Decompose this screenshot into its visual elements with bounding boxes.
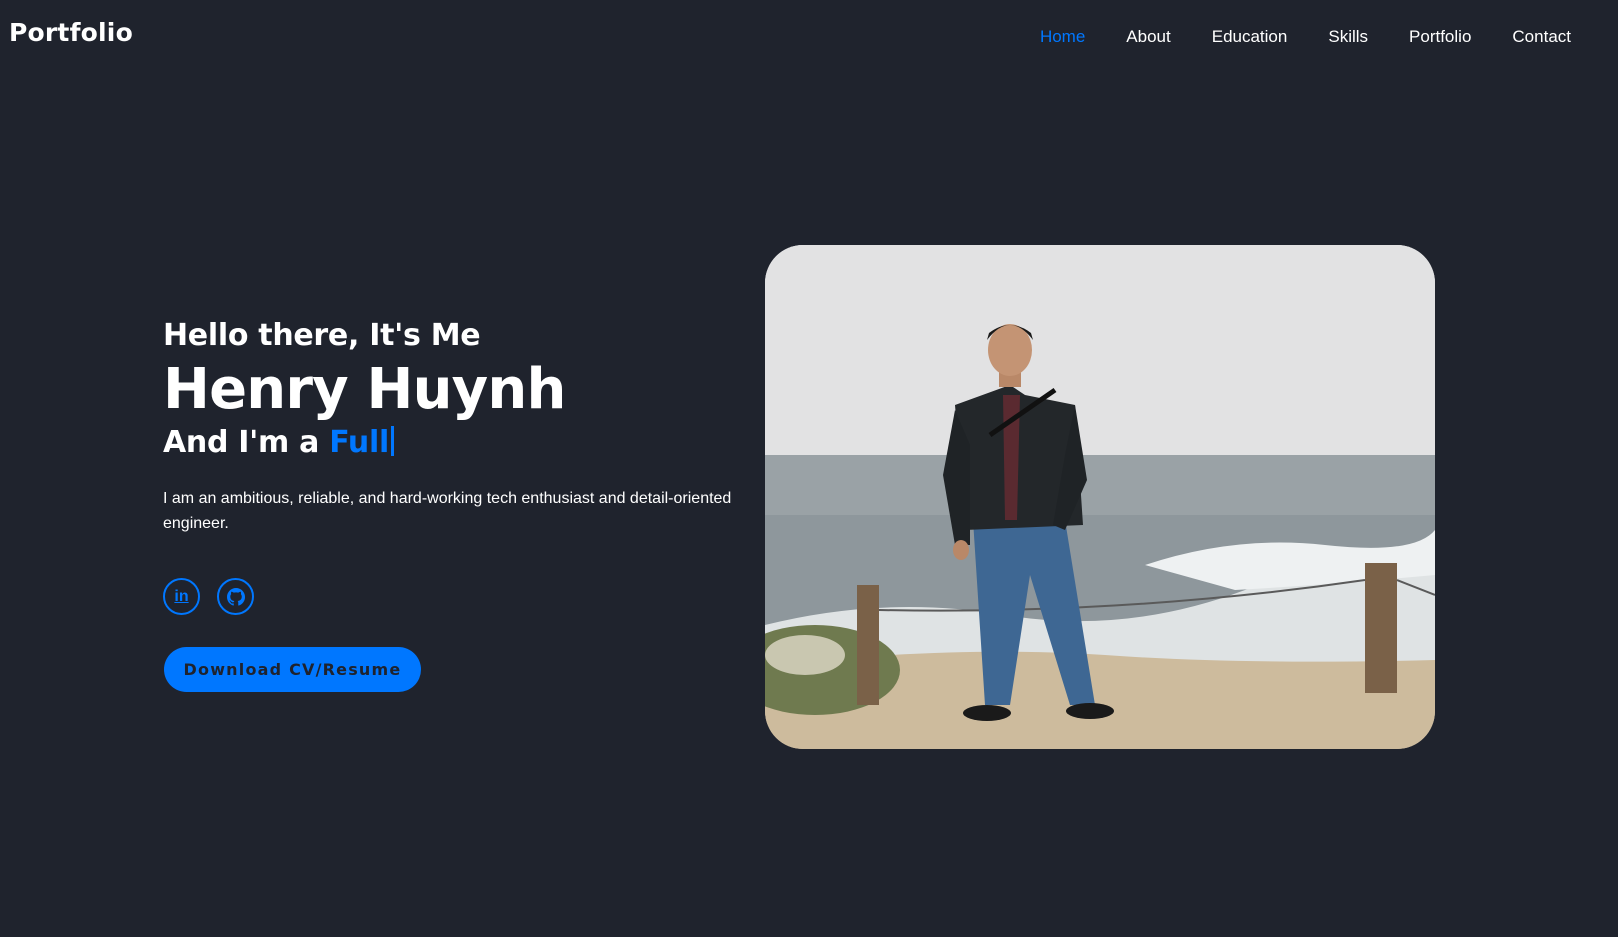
nav-home[interactable]: Home [1040,27,1085,47]
hero-bio: I am an ambitious, reliable, and hard-wo… [163,490,732,532]
hero-intro: Hello there, It's Me Henry Huynh And I'm… [163,318,763,536]
download-cv-button[interactable]: Download CV/Resume [164,647,421,692]
profile-photo-illustration [765,245,1435,749]
nav-portfolio[interactable]: Portfolio [1409,27,1471,47]
hero-name: Henry Huynh [163,357,566,422]
site-header: Portfolio Home About Education Skills Po… [0,0,1618,78]
linkedin-link[interactable]: in [163,578,200,615]
site-logo[interactable]: Portfolio [9,18,133,47]
role-typed-text: Full [329,425,389,460]
hero-greeting: Hello there, It's Me [163,318,481,353]
social-links: in [163,578,254,615]
nav-skills[interactable]: Skills [1328,27,1368,47]
nav-about[interactable]: About [1126,27,1170,47]
github-link[interactable] [217,578,254,615]
role-prefix: And I'm a [163,425,330,460]
nav-contact[interactable]: Contact [1512,27,1571,47]
hero-role: And I'm a Full [163,425,763,460]
github-icon [226,587,245,606]
profile-photo [765,245,1435,749]
main-nav: Home About Education Skills Portfolio Co… [1040,27,1571,47]
typing-caret [390,426,394,456]
linkedin-icon: in [174,587,189,605]
nav-education[interactable]: Education [1212,27,1288,47]
